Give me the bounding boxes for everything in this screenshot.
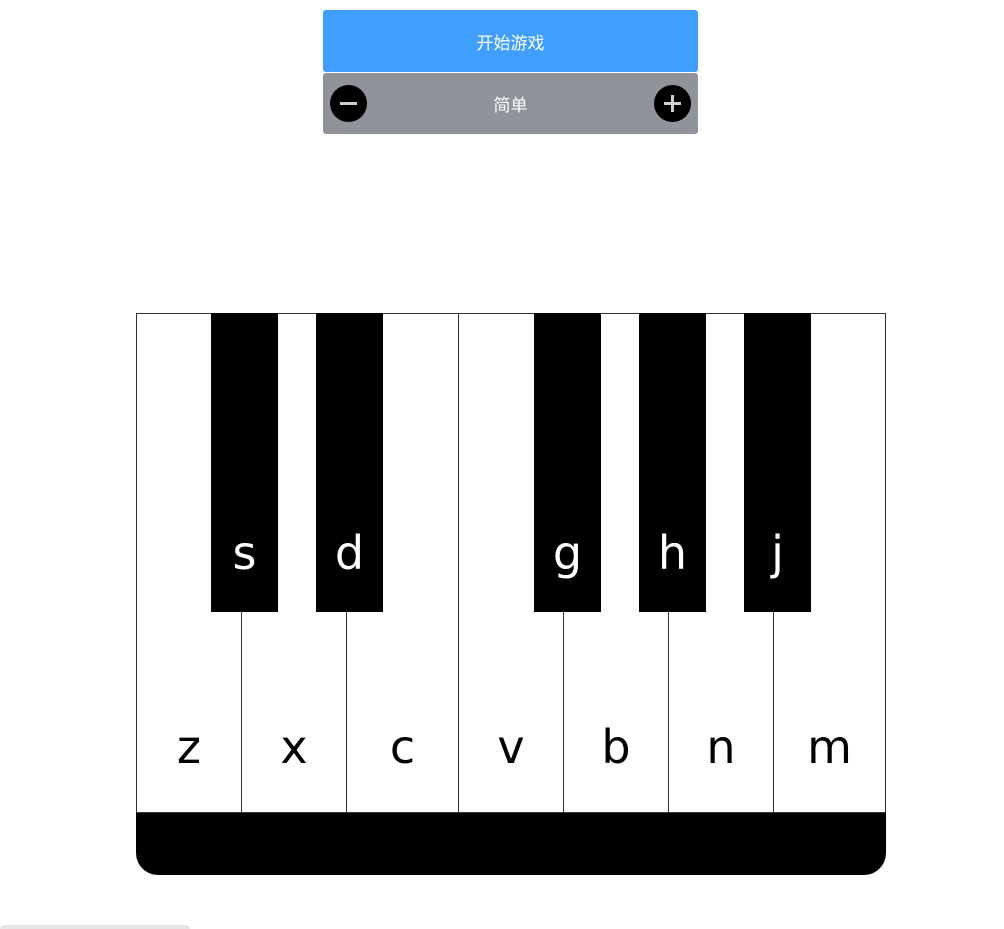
key-label: n	[706, 720, 736, 774]
decrease-difficulty-button[interactable]	[330, 85, 367, 122]
difficulty-label: 简单	[493, 96, 528, 116]
key-label: c	[389, 720, 416, 774]
piano-keyboard: z x c v b n m s d g h j	[136, 313, 886, 875]
black-key-h[interactable]: h	[639, 313, 706, 612]
black-key-s[interactable]: s	[211, 313, 278, 612]
minus-icon	[340, 102, 357, 105]
start-game-button[interactable]: 开始游戏	[323, 10, 698, 72]
key-label: z	[176, 720, 202, 774]
increase-difficulty-button[interactable]	[654, 85, 691, 122]
key-label: s	[232, 526, 257, 580]
black-key-d[interactable]: d	[316, 313, 383, 612]
key-label: d	[334, 526, 365, 580]
black-key-j[interactable]: j	[744, 313, 811, 612]
difficulty-selector: 简单	[323, 73, 698, 134]
key-label: v	[497, 720, 525, 774]
piano-game-page: 开始游戏 简单 z x c v b n m s d g h j	[0, 0, 1004, 929]
horizontal-scrollbar[interactable]	[0, 925, 190, 929]
key-label: h	[657, 526, 688, 580]
key-label: x	[280, 720, 308, 774]
start-game-label: 开始游戏	[476, 33, 545, 54]
key-label: m	[807, 720, 852, 774]
plus-icon	[664, 95, 681, 112]
key-label: j	[771, 526, 784, 580]
key-label: b	[601, 720, 631, 774]
key-label: g	[552, 526, 583, 580]
black-key-g[interactable]: g	[534, 313, 601, 612]
